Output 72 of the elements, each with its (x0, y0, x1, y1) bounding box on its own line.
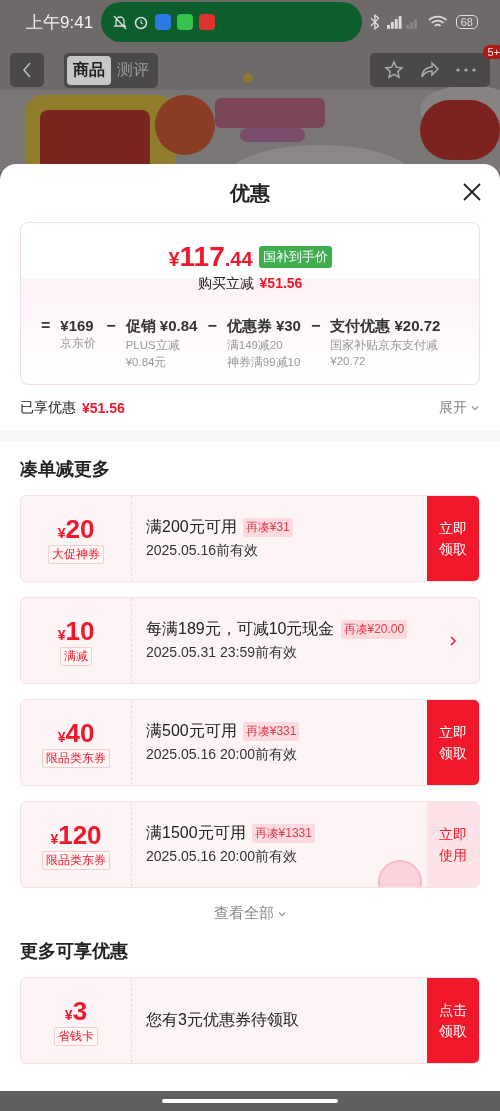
breakdown-amount: 促销 ¥0.84 (125, 317, 198, 336)
coupon-amount: ¥120 (50, 819, 102, 851)
breakdown-amount: 优惠券 ¥30 (226, 317, 301, 336)
chat-app-icon (177, 14, 194, 30)
breakdown-note: 京东价 (60, 336, 97, 351)
shop-app-icon (199, 14, 216, 30)
top-up-tag: 再凑¥31 (242, 518, 293, 537)
star-icon[interactable] (384, 60, 404, 80)
close-icon[interactable] (462, 182, 482, 202)
subsidy-tag: 国补到手价 (258, 246, 332, 268)
coupon-amount: ¥10 (57, 615, 95, 647)
breakdown-note: ¥20.72 (330, 355, 367, 367)
operator-sign: − (106, 317, 116, 336)
coupon-tag: 大促神券 (48, 544, 104, 564)
sheet-title: 优惠 (230, 180, 270, 206)
status-time: 上午9:41 (26, 11, 94, 34)
nav-tab[interactable]: 测评 (111, 55, 155, 85)
coupon-validity: 2025.05.16 20:00前有效 (146, 746, 298, 764)
enjoyed-label: 已享优惠 (20, 399, 76, 417)
bluetooth-icon (369, 14, 380, 30)
coupon-validity: 2025.05.16前有效 (146, 542, 260, 560)
coupon-tag: 省钱卡 (54, 1026, 98, 1046)
alarm-icon (133, 14, 150, 30)
breakdown-note: 神券满99减10 (226, 355, 301, 370)
breakdown-note: ¥0.84元 (125, 355, 168, 370)
enjoyed-amount: ¥51.56 (82, 400, 125, 416)
back-button[interactable] (10, 53, 44, 87)
wifi-icon (428, 15, 448, 29)
final-price: ¥117.44 (168, 241, 253, 273)
saving-label: 购买立减 (197, 275, 254, 293)
operator-sign: − (310, 317, 321, 336)
coupon-tag: 限品类东券 (42, 748, 110, 768)
coupon-validity: 2025.05.31 23:59前有效 (146, 644, 298, 662)
bell-off-icon (113, 14, 128, 30)
coupon-condition: 满200元可用 (146, 517, 237, 537)
view-all-button[interactable]: 查看全部 (213, 904, 287, 923)
more-icon[interactable] (456, 68, 476, 72)
claim-button[interactable]: 点击 领取 (427, 978, 479, 1063)
claim-button[interactable]: 立即 领取 (427, 496, 479, 581)
top-up-tag: 再凑¥1331 (251, 824, 315, 843)
top-up-tag: 再凑¥20.00 (340, 620, 408, 639)
section-title: 凑单减更多 (19, 458, 111, 481)
coupon-amount: ¥20 (57, 513, 95, 545)
breakdown-amount: ¥169 (60, 317, 95, 334)
coupon-amount: ¥40 (57, 717, 95, 749)
coupon-tag: 限品类东券 (42, 850, 110, 870)
nav-tab[interactable]: 商品 (67, 55, 111, 85)
breakdown-note: PLUS立减 (125, 338, 181, 353)
breakdown-note: 满149减20 (226, 338, 284, 353)
coupon-amount: ¥3 (64, 995, 88, 1027)
notification-badge: 5+ (483, 45, 500, 59)
section-title: 更多可享优惠 (19, 940, 129, 963)
operator-sign: − (207, 317, 217, 336)
breakdown-note: 国家补贴京东支付减 (330, 338, 440, 353)
coupon-condition: 每满189元，可减10元现金 (146, 619, 335, 639)
expand-button[interactable]: 展开 (439, 399, 480, 417)
app-icon (155, 14, 172, 30)
share-icon[interactable] (420, 61, 440, 79)
coupon-condition: 您有3元优惠券待领取 (146, 1010, 299, 1030)
coupon-condition: 满500元可用 (146, 721, 237, 741)
chevron-down-icon (470, 403, 480, 413)
coupon-tag: 满减 (60, 646, 92, 666)
breakdown-amount: 支付优惠 ¥20.72 (330, 317, 441, 336)
battery-indicator: 68 (455, 15, 478, 29)
saving-amount: ¥51.56 (259, 275, 303, 293)
coupon-validity: 2025.05.16 20:00前有效 (146, 848, 298, 866)
use-button[interactable]: 立即 使用 (427, 802, 479, 887)
claim-button[interactable]: 立即 领取 (427, 700, 479, 785)
operator-sign: = (41, 317, 51, 336)
chevron-left-icon (22, 62, 32, 78)
top-up-tag: 再凑¥331 (242, 722, 300, 741)
coupon-condition: 满1500元可用 (146, 823, 246, 843)
